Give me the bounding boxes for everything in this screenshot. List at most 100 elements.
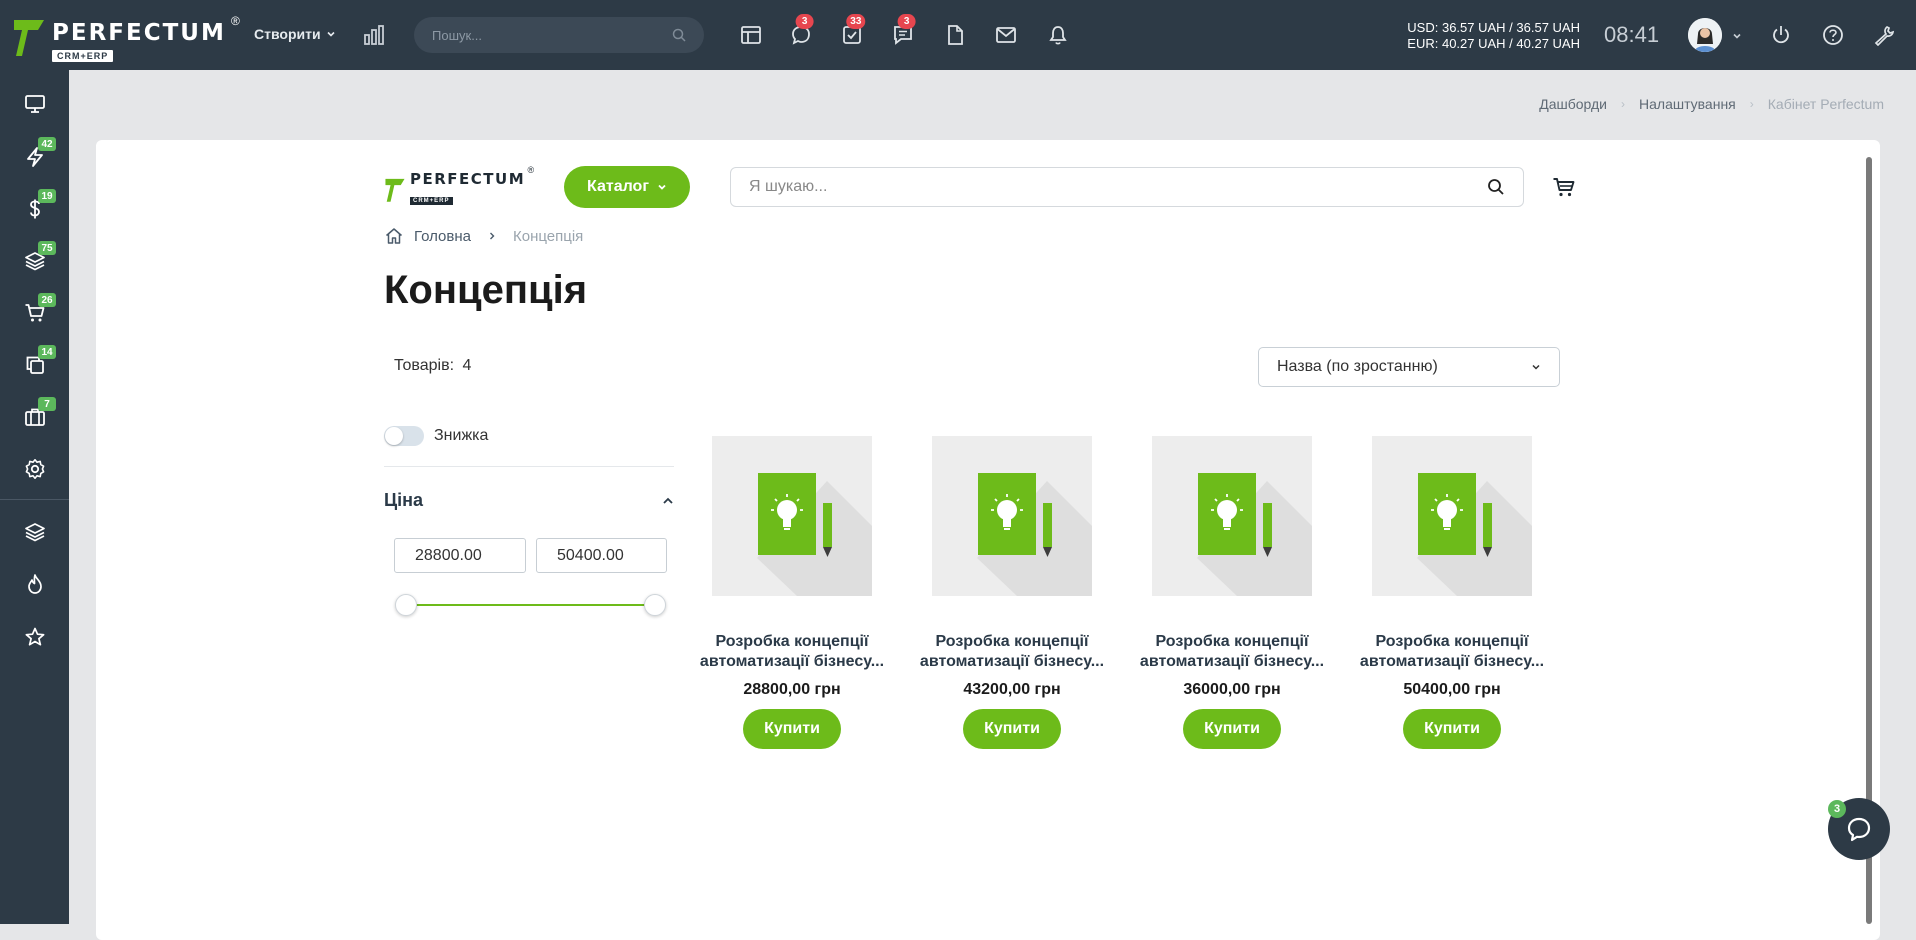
sidebar-item-hot[interactable] bbox=[0, 558, 69, 610]
idea-notebook-icon bbox=[757, 473, 872, 596]
product-price: 36000,00 грн bbox=[1183, 681, 1281, 698]
sort-select[interactable]: Назва (по зростанню) bbox=[1258, 347, 1560, 387]
breadcrumb-home[interactable]: Головна bbox=[414, 228, 471, 245]
sidebar-item-layers[interactable] bbox=[0, 506, 69, 558]
sidebar-item-settings[interactable] bbox=[0, 443, 69, 495]
user-avatar[interactable] bbox=[1688, 18, 1722, 52]
chevron-down-icon bbox=[1532, 364, 1540, 370]
chevron-right-icon bbox=[490, 232, 495, 240]
price-range-track[interactable] bbox=[406, 604, 655, 606]
price-range-max-handle[interactable] bbox=[644, 594, 666, 616]
product-count-value: 4 bbox=[462, 357, 472, 374]
left-sidebar: 42 19 75 26 14 7 bbox=[0, 70, 69, 924]
global-search-input[interactable] bbox=[432, 27, 672, 43]
tasks-icon[interactable]: 33 bbox=[839, 14, 866, 48]
shop-cart-icon[interactable] bbox=[1552, 176, 1576, 203]
chat-bubble-icon[interactable]: 3 bbox=[788, 14, 814, 48]
calendar-icon[interactable] bbox=[738, 22, 764, 48]
sidebar-item-products[interactable]: 75 bbox=[0, 235, 69, 287]
shop-search-input[interactable] bbox=[749, 178, 1487, 196]
sidebar-item-presentation[interactable] bbox=[0, 78, 69, 130]
global-search bbox=[414, 17, 704, 53]
mail-icon[interactable] bbox=[993, 22, 1019, 48]
sidebar-item-favorites[interactable] bbox=[0, 611, 69, 663]
search-icon[interactable] bbox=[1487, 178, 1505, 196]
sidebar-item-finance[interactable]: 19 bbox=[0, 183, 69, 235]
currency-rates: USD: 36.57 UAH / 36.57 UAH EUR: 40.27 UA… bbox=[1404, 20, 1580, 52]
home-icon[interactable] bbox=[384, 226, 404, 246]
tasks-count-badge: 33 bbox=[846, 14, 866, 29]
product-image[interactable] bbox=[932, 436, 1092, 596]
presentation-icon bbox=[24, 95, 45, 113]
shop-brand-subtitle: CRM+ERP bbox=[410, 197, 453, 205]
product-image[interactable] bbox=[1152, 436, 1312, 596]
finance-badge: 19 bbox=[38, 189, 56, 203]
shop-logo[interactable]: PERFECTUM ® CRM+ERP bbox=[384, 165, 534, 207]
user-menu-chevron-icon[interactable] bbox=[1732, 28, 1742, 46]
product-name[interactable]: Розробка концепції автоматизації бізнесу.… bbox=[1132, 632, 1332, 672]
messages-icon[interactable]: 3 bbox=[890, 14, 916, 48]
product-name-line2: автоматизації бізнесу... bbox=[919, 653, 1105, 670]
price-filter-header[interactable]: Ціна bbox=[384, 490, 674, 511]
sidebar-item-documents[interactable]: 14 bbox=[0, 339, 69, 391]
breadcrumb-settings[interactable]: Налаштування bbox=[1639, 96, 1736, 112]
product-name-line1: Розробка концепції bbox=[935, 633, 1089, 650]
shop-brand-name: PERFECTUM bbox=[410, 170, 526, 188]
breadcrumb-dashboards[interactable]: Дашборди bbox=[1539, 96, 1607, 112]
sidebar-item-cases[interactable]: 7 bbox=[0, 391, 69, 443]
product-name-line1: Розробка концепції bbox=[715, 633, 869, 650]
help-icon[interactable] bbox=[1820, 22, 1846, 48]
layers-icon bbox=[24, 523, 45, 542]
sidebar-divider bbox=[0, 499, 69, 500]
price-filter-label: Ціна bbox=[384, 490, 424, 510]
perfectum-logo-icon bbox=[385, 178, 405, 202]
catalog-button[interactable]: Каталог bbox=[564, 166, 690, 208]
shop-search bbox=[730, 167, 1524, 207]
breadcrumb-separator-icon: › bbox=[1621, 97, 1625, 111]
chevron-down-icon bbox=[326, 31, 335, 37]
buy-button[interactable]: Купити bbox=[963, 709, 1061, 749]
discount-toggle[interactable] bbox=[384, 426, 424, 446]
app-logo[interactable]: PERFECTUM ® CRM+ERP bbox=[12, 14, 240, 64]
product-name[interactable]: Розробка концепції автоматизації бізнесу.… bbox=[912, 632, 1112, 672]
product-price: 43200,00 грн bbox=[963, 681, 1061, 698]
buy-button[interactable]: Купити bbox=[1183, 709, 1281, 749]
price-max-input[interactable]: 50400.00 bbox=[536, 538, 667, 573]
discount-filter: Знижка bbox=[384, 426, 488, 446]
discount-label: Знижка bbox=[434, 427, 489, 444]
perfectum-logo-icon bbox=[14, 20, 44, 56]
product-card: Розробка концепції автоматизації бізнесу.… bbox=[912, 436, 1112, 749]
product-card: Розробка концепції автоматизації бізнесу.… bbox=[692, 436, 892, 749]
bell-icon[interactable] bbox=[1045, 22, 1071, 48]
product-image[interactable] bbox=[1372, 436, 1532, 596]
document-icon[interactable] bbox=[942, 22, 968, 48]
cart-badge: 26 bbox=[38, 293, 56, 307]
sidebar-item-activity[interactable]: 42 bbox=[0, 131, 69, 183]
chat-count-badge: 3 bbox=[795, 14, 814, 29]
filter-divider bbox=[384, 466, 674, 467]
power-icon[interactable] bbox=[1768, 22, 1794, 48]
buy-button[interactable]: Купити bbox=[1403, 709, 1501, 749]
breadcrumb-separator-icon: › bbox=[1749, 97, 1754, 111]
create-menu-button[interactable]: Створити bbox=[254, 26, 336, 42]
shop-brand-registered: ® bbox=[527, 165, 535, 175]
product-image[interactable] bbox=[712, 436, 872, 596]
wrench-icon[interactable] bbox=[1871, 22, 1897, 48]
sidebar-item-shop[interactable]: 26 bbox=[0, 287, 69, 339]
statistics-icon[interactable] bbox=[363, 24, 385, 51]
product-name-line2: автоматизації бізнесу... bbox=[699, 653, 885, 670]
page-breadcrumb: Дашборди › Налаштування › Кабінет Perfec… bbox=[1539, 96, 1884, 112]
price-min-input[interactable]: 28800.00 bbox=[394, 538, 526, 573]
product-count-label: Товарів: bbox=[394, 357, 455, 374]
product-price: 28800,00 грн bbox=[743, 681, 841, 698]
clock: 08:41 bbox=[1604, 22, 1660, 47]
breadcrumb-cabinet: Кабінет Perfectum bbox=[1767, 96, 1884, 112]
chevron-up-icon bbox=[663, 497, 673, 504]
brand-subtitle: CRM+ERP bbox=[52, 50, 114, 62]
price-range-min-handle[interactable] bbox=[395, 594, 417, 616]
product-name[interactable]: Розробка концепції автоматизації бізнесу.… bbox=[1352, 632, 1552, 672]
product-name[interactable]: Розробка концепції автоматизації бізнесу.… bbox=[692, 632, 892, 672]
buy-button[interactable]: Купити bbox=[743, 709, 841, 749]
search-icon[interactable] bbox=[672, 28, 686, 42]
product-card: Розробка концепції автоматизації бізнесу.… bbox=[1352, 436, 1552, 749]
